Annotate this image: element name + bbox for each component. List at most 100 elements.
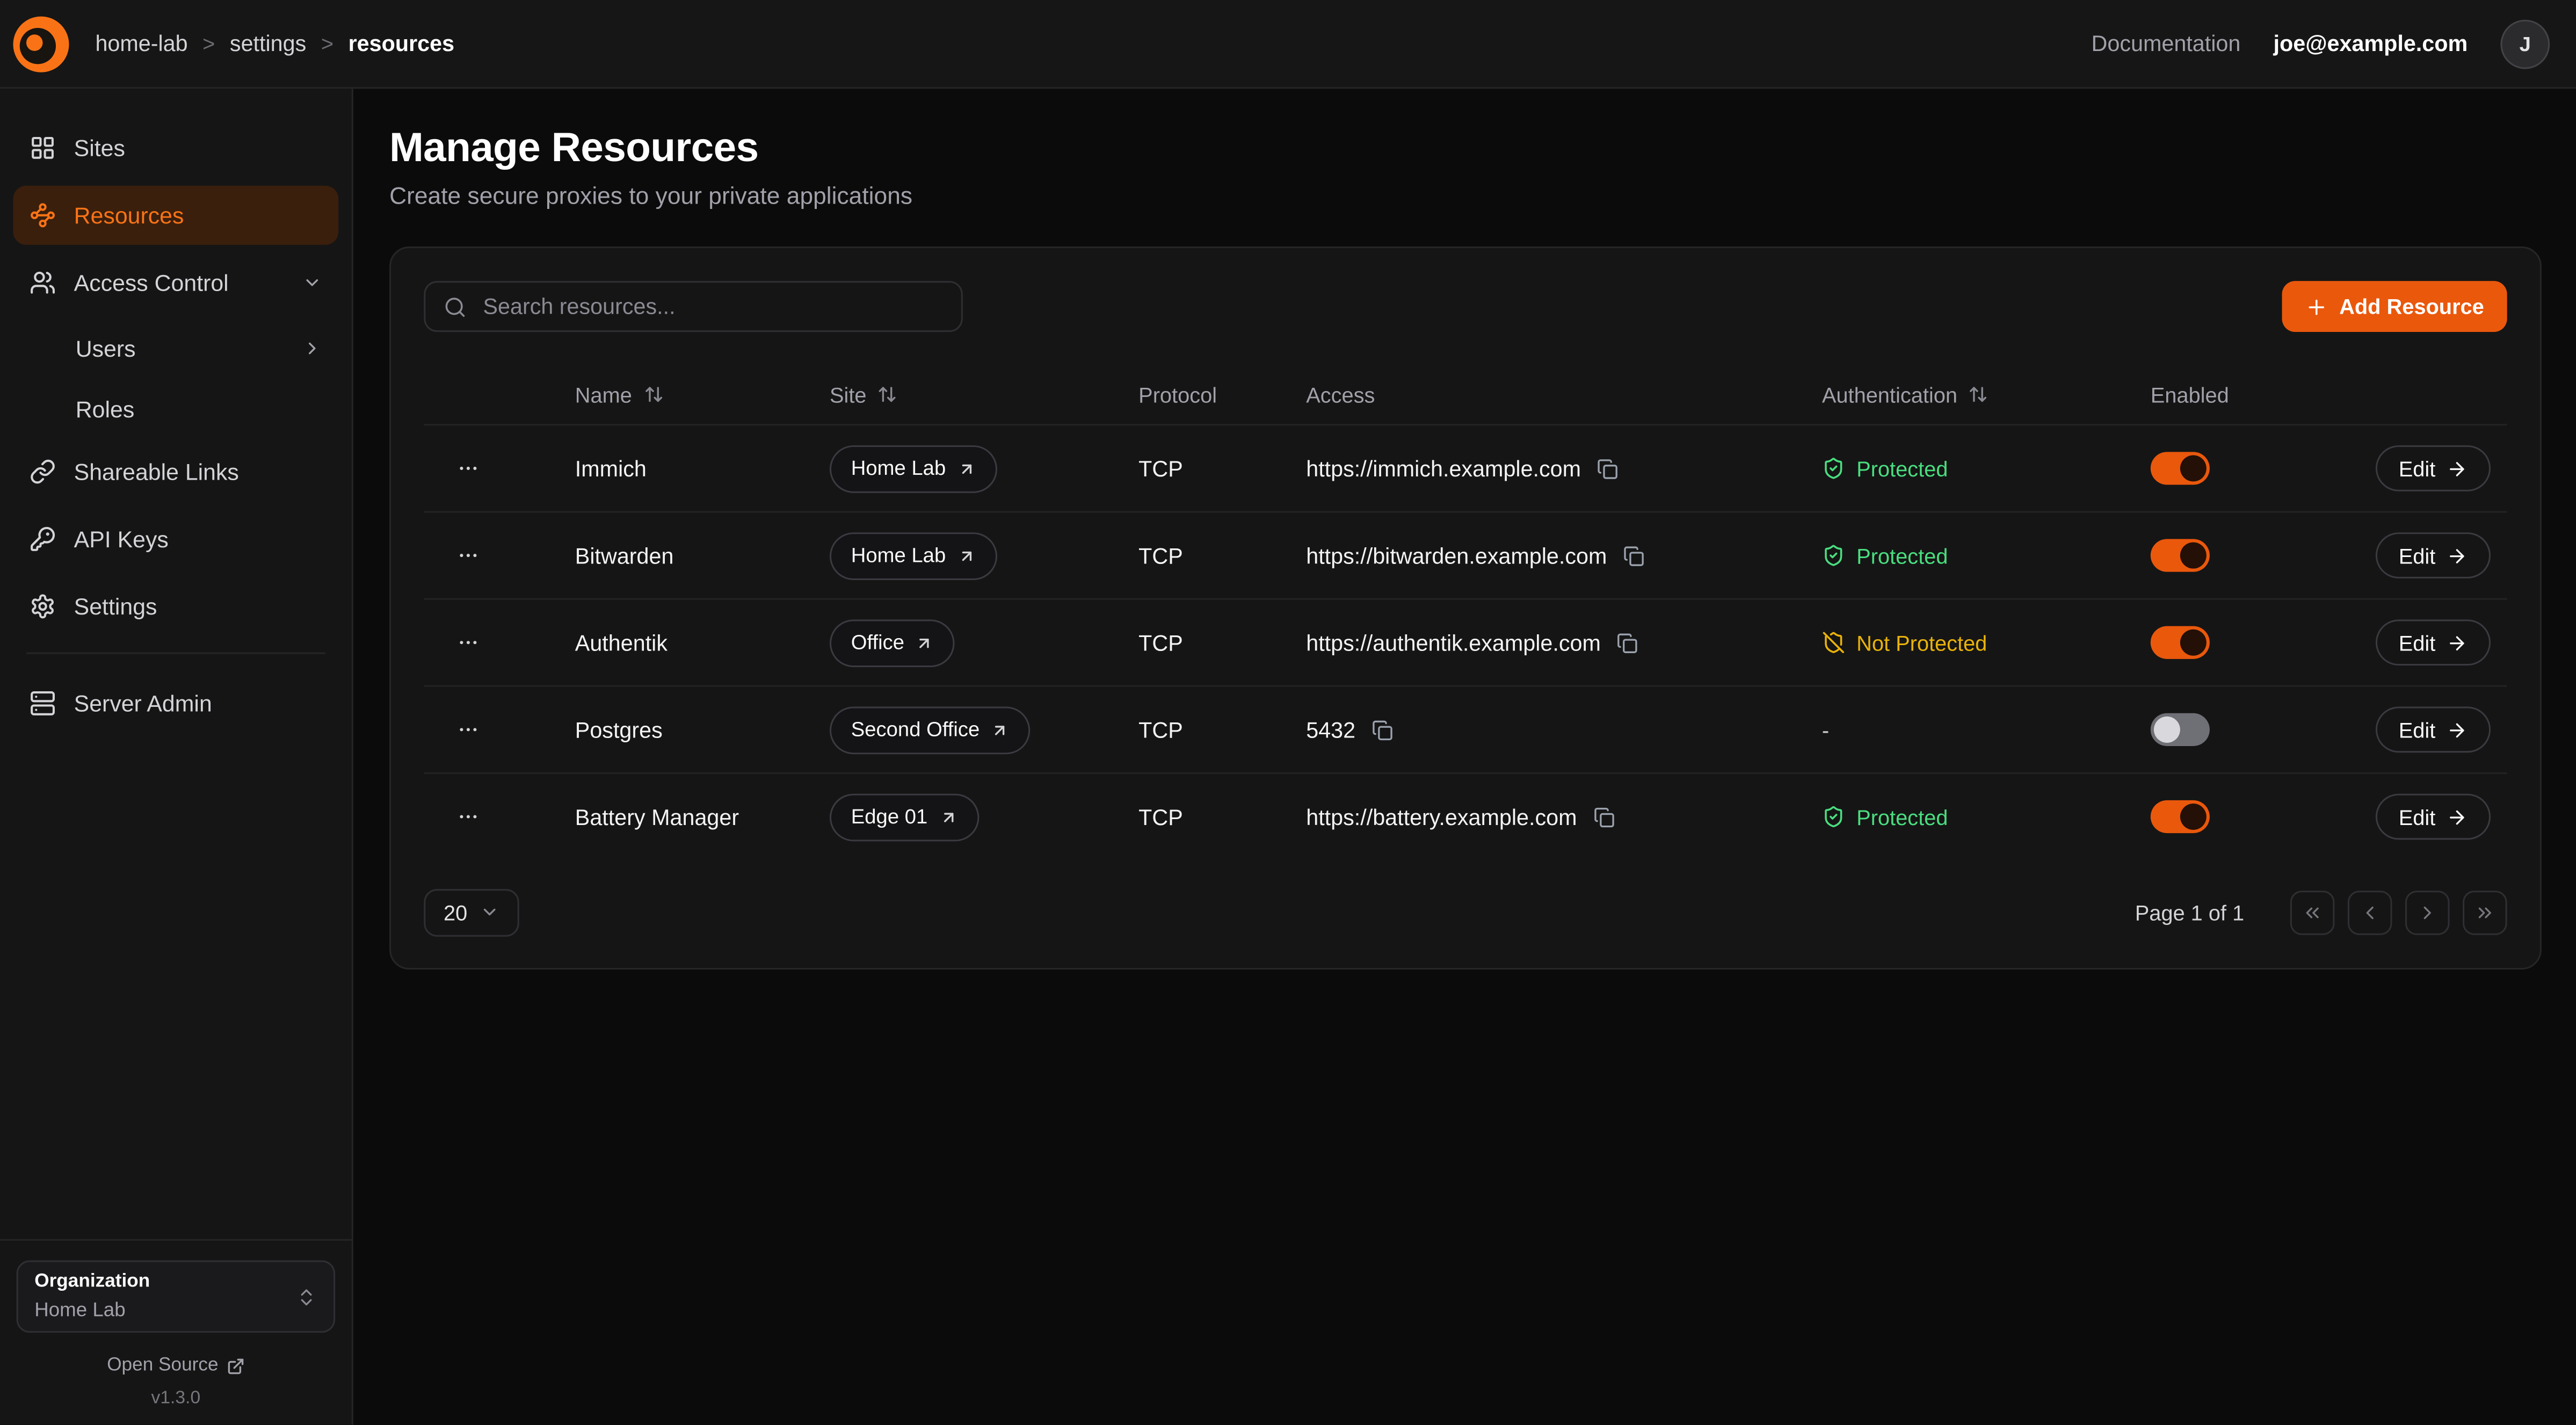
sidebar-item-shareable-links[interactable]: Shareable Links bbox=[13, 442, 338, 501]
breadcrumb-resources: resources bbox=[349, 31, 454, 56]
copy-button[interactable] bbox=[1623, 545, 1645, 566]
enabled-toggle[interactable] bbox=[2151, 713, 2210, 746]
edit-button[interactable]: Edit bbox=[2376, 532, 2491, 578]
header-enabled-label: Enabled bbox=[2151, 382, 2229, 407]
breadcrumb-separator: > bbox=[202, 31, 215, 56]
sidebar-divider bbox=[26, 653, 325, 654]
sidebar-item-server-admin[interactable]: Server Admin bbox=[13, 674, 338, 733]
row-menu-button[interactable] bbox=[424, 631, 575, 654]
enabled-toggle[interactable] bbox=[2151, 539, 2210, 572]
sites-icon bbox=[30, 135, 56, 161]
gear-icon bbox=[30, 593, 56, 619]
copy-button[interactable] bbox=[1617, 632, 1639, 653]
table-row: Battery Manager Edge 01 TCP https://batt… bbox=[424, 772, 2507, 859]
documentation-link[interactable]: Documentation bbox=[2092, 31, 2241, 56]
sidebar-item-settings[interactable]: Settings bbox=[13, 577, 338, 636]
row-menu-button[interactable] bbox=[424, 805, 575, 828]
site-label: Edge 01 bbox=[851, 805, 928, 828]
copy-button[interactable] bbox=[1372, 719, 1394, 740]
last-page-button[interactable] bbox=[2463, 890, 2507, 935]
ellipsis-icon bbox=[457, 805, 480, 828]
auth-status-label: Protected bbox=[1856, 805, 1948, 829]
plus-icon bbox=[2305, 295, 2328, 318]
sidebar-item-api-keys[interactable]: API Keys bbox=[13, 509, 338, 568]
search-input[interactable] bbox=[480, 293, 943, 321]
row-menu-button[interactable] bbox=[424, 457, 575, 480]
open-source-link[interactable]: Open Source bbox=[17, 1356, 336, 1376]
enabled-toggle[interactable] bbox=[2151, 626, 2210, 659]
access-url: https://authentik.example.com bbox=[1306, 630, 1601, 655]
app-logo-icon[interactable] bbox=[13, 16, 69, 71]
access-url: https://bitwarden.example.com bbox=[1306, 543, 1607, 568]
main-content: Manage Resources Create secure proxies t… bbox=[353, 89, 2576, 1424]
header-authentication[interactable]: Authentication bbox=[1822, 382, 2151, 407]
site-link[interactable]: Office bbox=[830, 619, 955, 667]
pager-buttons bbox=[2290, 890, 2507, 935]
header-access-label: Access bbox=[1306, 382, 1375, 407]
edit-button[interactable]: Edit bbox=[2376, 707, 2491, 753]
organization-selector[interactable]: Organization Home Lab bbox=[17, 1261, 336, 1333]
site-label: Home Lab bbox=[851, 457, 946, 480]
chevrons-left-icon bbox=[2302, 901, 2323, 923]
prev-page-button[interactable] bbox=[2348, 890, 2392, 935]
sidebar-item-label: Server Admin bbox=[74, 690, 322, 717]
sidebar-item-roles[interactable]: Roles bbox=[13, 381, 338, 436]
page-title: Manage Resources bbox=[389, 125, 2542, 173]
topbar-right: Documentation joe@example.com J bbox=[2092, 19, 2550, 68]
toggle-thumb bbox=[2180, 455, 2207, 481]
protocol: TCP bbox=[1138, 543, 1306, 568]
sidebar-item-users[interactable]: Users bbox=[13, 321, 338, 375]
toggle-thumb bbox=[2180, 804, 2207, 830]
shield-check-icon bbox=[1822, 457, 1845, 480]
sidebar-item-sites[interactable]: Sites bbox=[13, 118, 338, 177]
site-link[interactable]: Home Lab bbox=[830, 445, 997, 493]
row-menu-button[interactable] bbox=[424, 544, 575, 567]
row-menu-button[interactable] bbox=[424, 718, 575, 741]
header-site[interactable]: Site bbox=[830, 382, 1138, 407]
sidebar: Sites Resources Access Control Users Rol… bbox=[0, 89, 353, 1424]
copy-icon bbox=[1617, 632, 1639, 653]
copy-button[interactable] bbox=[1593, 806, 1615, 828]
sidebar-item-resources[interactable]: Resources bbox=[13, 186, 338, 245]
site-link[interactable]: Second Office bbox=[830, 706, 1031, 754]
sidebar-nav: Sites Resources Access Control Users Rol… bbox=[0, 89, 352, 754]
edit-button[interactable]: Edit bbox=[2376, 445, 2491, 491]
first-page-button[interactable] bbox=[2290, 890, 2335, 935]
auth-status: Not Protected bbox=[1822, 630, 2151, 655]
edit-button[interactable]: Edit bbox=[2376, 794, 2491, 840]
auth-status: - bbox=[1822, 717, 2151, 742]
copy-button[interactable] bbox=[1598, 458, 1619, 479]
breadcrumb-settings[interactable]: settings bbox=[230, 31, 306, 56]
sidebar-item-label: Resources bbox=[74, 202, 322, 228]
sidebar-item-label: Shareable Links bbox=[74, 459, 322, 485]
enabled-toggle[interactable] bbox=[2151, 800, 2210, 833]
copy-icon bbox=[1598, 458, 1619, 479]
page-size-select[interactable]: 20 bbox=[424, 888, 520, 936]
server-icon bbox=[30, 690, 56, 717]
protocol: TCP bbox=[1138, 717, 1306, 742]
site-label: Office bbox=[851, 631, 904, 654]
site-link[interactable]: Edge 01 bbox=[830, 793, 978, 841]
auth-status: Protected bbox=[1822, 456, 2151, 481]
user-email[interactable]: joe@example.com bbox=[2274, 31, 2468, 56]
enabled-toggle[interactable] bbox=[2151, 452, 2210, 484]
page-subtitle: Create secure proxies to your private ap… bbox=[389, 184, 2542, 211]
open-source-label: Open Source bbox=[107, 1356, 218, 1376]
app: home-lab > settings > resources Document… bbox=[0, 0, 2576, 1424]
add-resource-button[interactable]: Add Resource bbox=[2282, 281, 2507, 332]
header-name-label: Name bbox=[575, 382, 632, 407]
breadcrumb-home-lab[interactable]: home-lab bbox=[95, 31, 187, 56]
header-name[interactable]: Name bbox=[575, 382, 830, 407]
ellipsis-icon bbox=[457, 544, 480, 567]
breadcrumb-separator: > bbox=[321, 31, 333, 56]
sidebar-item-label: Users bbox=[76, 335, 285, 361]
chevron-right-icon bbox=[302, 338, 322, 358]
edit-button[interactable]: Edit bbox=[2376, 619, 2491, 666]
site-link[interactable]: Home Lab bbox=[830, 532, 997, 580]
avatar[interactable]: J bbox=[2500, 19, 2550, 68]
next-page-button[interactable] bbox=[2405, 890, 2450, 935]
sidebar-item-access-control[interactable]: Access Control bbox=[13, 253, 338, 312]
arrow-right-icon bbox=[2447, 458, 2469, 479]
table-header: Name Site Protocol Access Authenticati bbox=[424, 365, 2507, 424]
sidebar-item-label: Settings bbox=[74, 593, 322, 619]
